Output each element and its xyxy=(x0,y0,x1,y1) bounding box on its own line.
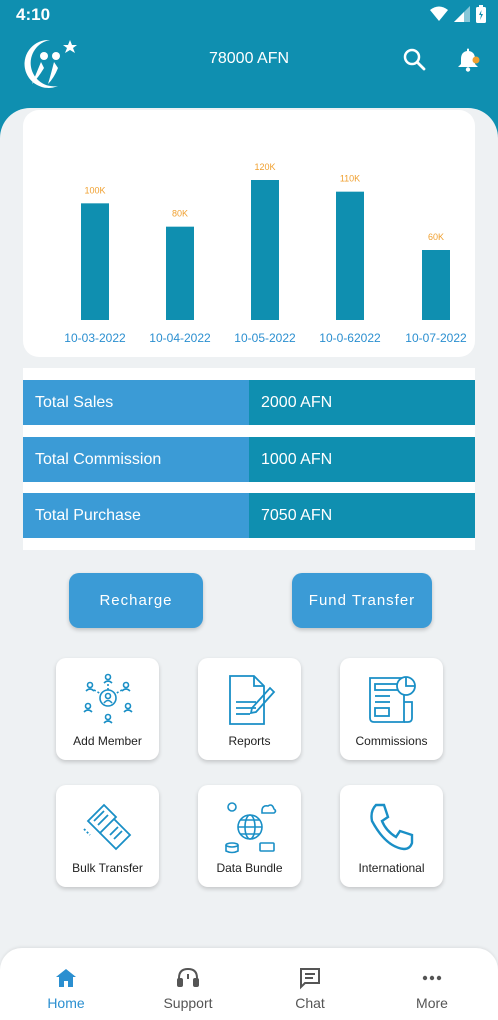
tile-label: Commissions xyxy=(355,734,428,748)
nav-support[interactable]: Support xyxy=(126,948,250,1020)
tile-bulk-transfer[interactable]: Bulk Transfer xyxy=(56,785,159,887)
nav-label: Chat xyxy=(295,995,325,1011)
tile-label: Reports xyxy=(228,734,271,748)
status-icons xyxy=(430,5,486,23)
chart-x-tick-label: 10-04-2022 xyxy=(149,331,211,345)
globe-data-icon xyxy=(225,802,277,854)
people-network-icon xyxy=(83,673,133,724)
chart-bar xyxy=(166,226,194,320)
signal-icon xyxy=(454,6,470,22)
nav-home[interactable]: Home xyxy=(4,948,128,1020)
tile-reports[interactable]: Reports xyxy=(198,658,301,760)
stat-row-total-sales: Total Sales 2000 AFN xyxy=(23,380,475,425)
chart-x-tick-label: 10-0-62022 xyxy=(319,331,381,345)
tile-add-member[interactable]: Add Member xyxy=(56,658,159,760)
notifications-button[interactable] xyxy=(455,46,483,74)
nav-chat[interactable]: Chat xyxy=(248,948,372,1020)
sales-chart-card: 100K 10-03-2022 80K 10-04-2022 120K 10-05-202… xyxy=(23,110,475,357)
headset-icon xyxy=(177,967,199,987)
bottom-navigation: Home Support Chat More xyxy=(0,948,498,1020)
tile-international[interactable]: International xyxy=(340,785,443,887)
stat-row-total-commission: Total Commission 1000 AFN xyxy=(23,437,475,482)
search-icon xyxy=(403,48,426,71)
chart-data-label: 110K xyxy=(340,174,360,184)
stats-card: Total Sales 2000 AFN Total Commission 10… xyxy=(23,368,475,550)
chart-data-label: 120K xyxy=(254,162,275,172)
tile-label: International xyxy=(358,861,425,875)
more-dots-icon xyxy=(422,975,442,981)
chart-x-tick-label: 10-03-2022 xyxy=(64,331,126,345)
stat-value: 7050 AFN xyxy=(249,493,475,538)
bulk-papers-icon xyxy=(83,803,132,851)
tile-label: Add Member xyxy=(73,734,142,748)
status-bar: 4:10 xyxy=(0,0,498,28)
report-pen-icon xyxy=(229,675,276,725)
stat-row-total-purchase: Total Purchase 7050 AFN xyxy=(23,493,475,538)
tile-data-bundle[interactable]: Data Bundle xyxy=(198,785,301,887)
notification-dot xyxy=(472,56,480,64)
chart-data-label: 60K xyxy=(428,232,444,242)
chart-bar xyxy=(251,180,279,320)
search-button[interactable] xyxy=(402,47,428,73)
nav-label: Support xyxy=(163,995,213,1011)
chat-icon xyxy=(300,968,320,990)
wifi-icon xyxy=(430,6,448,21)
chart-bar xyxy=(422,250,450,320)
tile-label: Bulk Transfer xyxy=(72,861,143,875)
chart-x-tick-label: 10-05-2022 xyxy=(234,331,296,345)
tile-label: Data Bundle xyxy=(216,861,283,875)
stat-label: Total Commission xyxy=(23,437,249,482)
chart-bar xyxy=(336,191,364,320)
stat-label: Total Purchase xyxy=(23,493,249,538)
sales-bar-chart: 100K 10-03-2022 80K 10-04-2022 120K 10-05-202… xyxy=(64,162,467,345)
recharge-button[interactable]: Recharge xyxy=(69,573,203,628)
chart-bar xyxy=(81,203,109,320)
stat-label: Total Sales xyxy=(23,380,249,425)
chart-data-label: 80K xyxy=(172,209,188,219)
nav-label: More xyxy=(416,995,448,1011)
phone-icon xyxy=(370,803,414,851)
tile-commissions[interactable]: Commissions xyxy=(340,658,443,760)
home-icon xyxy=(56,969,76,987)
chart-data-label: 100K xyxy=(84,185,105,195)
nav-more[interactable]: More xyxy=(370,948,494,1020)
chart-x-tick-label: 10-07-2022 xyxy=(405,331,467,345)
stat-value: 2000 AFN xyxy=(249,380,475,425)
fund-transfer-button[interactable]: Fund Transfer xyxy=(292,573,432,628)
bell-icon xyxy=(458,48,480,72)
status-time: 4:10 xyxy=(16,5,51,24)
nav-label: Home xyxy=(47,995,85,1011)
battery-icon xyxy=(476,5,486,23)
stat-value: 1000 AFN xyxy=(249,437,475,482)
newspaper-chart-icon xyxy=(369,676,416,723)
